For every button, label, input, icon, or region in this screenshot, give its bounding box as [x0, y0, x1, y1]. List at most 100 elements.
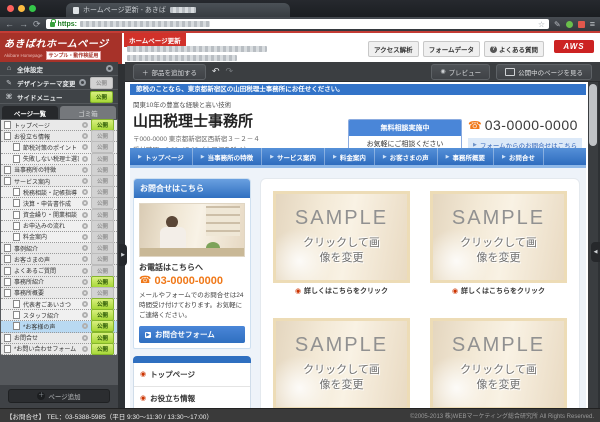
back-icon[interactable]: ← — [5, 19, 14, 29]
publish-badge[interactable]: 公開 — [91, 253, 114, 265]
publish-badge[interactable]: 公開 — [91, 197, 114, 209]
page-row[interactable]: *お問い合わせフォーム公開 — [1, 344, 117, 355]
publish-badge[interactable]: 公開 — [91, 265, 114, 277]
publish-badge[interactable]: 公開 — [90, 91, 113, 103]
publish-badge[interactable]: 公開 — [90, 77, 113, 89]
publish-badge[interactable]: 公開 — [91, 220, 114, 232]
gear-icon[interactable] — [82, 323, 88, 329]
nav-item-voices[interactable]: ▶お客さまの声 — [375, 148, 438, 165]
gear-icon[interactable] — [82, 212, 88, 218]
sidebar-item-side-menu[interactable]: ⌘サイドメニュー公開 — [0, 90, 118, 104]
gear-icon[interactable] — [82, 245, 88, 251]
access-analysis-button[interactable]: アクセス解析 — [368, 41, 419, 57]
publish-badge[interactable]: 公開 — [91, 141, 114, 153]
add-page-button[interactable]: ＋ページ追加 — [8, 389, 110, 403]
gear-icon[interactable] — [82, 223, 88, 229]
contact-box-title[interactable]: お問合せはこちら — [134, 179, 250, 198]
browser-menu-icon[interactable]: ≡ — [590, 19, 595, 29]
browser-tab[interactable]: ホームページ更新 - あきば — [66, 3, 290, 17]
publish-badge[interactable]: 公開 — [91, 153, 114, 165]
gear-icon[interactable] — [79, 79, 86, 86]
publish-badge[interactable]: 公開 — [91, 309, 114, 321]
site-notice-bar[interactable]: 節税のことなら、東京都新宿区の山田税理士事務所にお任せください。 — [130, 84, 586, 95]
sample-image[interactable]: SAMPLE クリックして画像を変更 — [430, 318, 567, 409]
gear-icon[interactable] — [82, 256, 88, 262]
side-menu-item-info[interactable]: ◉お役立ち情報 — [134, 387, 250, 408]
tab-trash[interactable]: ゴミ箱 — [60, 106, 116, 119]
gear-icon[interactable] — [82, 144, 88, 150]
scrollbar-thumb[interactable] — [589, 84, 597, 146]
gear-icon[interactable] — [82, 279, 88, 285]
sidebar-item-design-theme[interactable]: ✎デザインテーマ変更公開 — [0, 76, 118, 90]
gear-icon[interactable] — [82, 234, 88, 240]
publish-badge[interactable]: 公開 — [91, 209, 114, 221]
akibare-logo[interactable]: あきばれホームページ Akibare Homepage サンプル・動作検証用 — [0, 33, 122, 64]
page-row-selected[interactable]: *お客様の声公開 — [1, 321, 117, 332]
orange-extension-icon[interactable] — [578, 21, 585, 28]
add-part-button[interactable]: ＋部品を追加する — [133, 64, 206, 80]
zoom-window-button[interactable] — [29, 5, 36, 12]
sample-image[interactable]: SAMPLE クリックして画像を変更 — [273, 318, 410, 409]
sample-image[interactable]: SAMPLE クリックして画像を変更 — [430, 191, 567, 283]
gear-icon[interactable] — [82, 290, 88, 296]
nav-item-pricing[interactable]: ▶料金案内 — [325, 148, 375, 165]
publish-badge[interactable]: 公開 — [91, 130, 114, 142]
gear-icon[interactable] — [82, 200, 88, 206]
view-published-button[interactable]: 公開中のページを見る — [496, 64, 592, 80]
gear-icon[interactable] — [82, 167, 88, 173]
publish-badge[interactable]: 公開 — [91, 298, 114, 310]
publish-badge[interactable]: 公開 — [91, 320, 114, 332]
bookmark-star-icon[interactable]: ☆ — [538, 20, 545, 29]
gear-icon[interactable] — [82, 312, 88, 318]
sidebar-collapse-handle[interactable]: ▶ — [119, 244, 127, 266]
sample-image[interactable]: SAMPLE クリックして画像を変更 — [273, 191, 410, 283]
address-bar[interactable]: https: ☆ — [46, 19, 549, 29]
publish-badge[interactable]: 公開 — [91, 175, 114, 187]
sample-caption-link[interactable]: ◉詳しくはこちらをクリック — [273, 286, 410, 296]
nav-item-services[interactable]: ▶サービス案内 — [262, 148, 325, 165]
forward-icon[interactable]: → — [19, 19, 28, 29]
office-photo[interactable] — [139, 203, 245, 257]
side-menu-item-top[interactable]: ◉トップページ — [134, 363, 250, 387]
gear-icon[interactable] — [106, 65, 113, 72]
publish-badge[interactable]: 公開 — [91, 242, 114, 254]
panel-collapse-handle[interactable]: ◀ — [591, 242, 600, 262]
nav-item-top[interactable]: ▶トップページ — [130, 148, 193, 165]
faq-button[interactable]: ?よくある質問 — [484, 41, 544, 57]
sidebar-item-global-settings[interactable]: ⌂全体設定 — [0, 62, 118, 76]
form-data-button[interactable]: フォームデータ — [423, 41, 480, 57]
preview-button[interactable]: ◉プレビュー — [431, 64, 490, 80]
minimize-window-button[interactable] — [18, 5, 25, 12]
tab-page-list[interactable]: ページ一覧 — [2, 106, 58, 119]
pencil-extension-icon[interactable]: ✎ — [554, 20, 561, 29]
gear-icon[interactable] — [82, 122, 88, 128]
gear-icon[interactable] — [82, 189, 88, 195]
company-brand-logo[interactable]: AWS — [554, 40, 594, 53]
gear-icon[interactable] — [82, 178, 88, 184]
undo-icon[interactable]: ↶ — [212, 66, 220, 77]
gear-icon[interactable] — [82, 133, 88, 139]
gear-icon[interactable] — [82, 156, 88, 162]
publish-badge[interactable]: 公開 — [91, 287, 114, 299]
publish-badge[interactable]: 公開 — [91, 119, 114, 131]
reload-icon[interactable]: ⟳ — [33, 19, 41, 29]
green-extension-icon[interactable] — [566, 21, 573, 28]
publish-badge[interactable]: 公開 — [91, 332, 114, 344]
publish-badge[interactable]: 公開 — [91, 164, 114, 176]
page-row[interactable]: 決算・申告書作成公開 — [1, 198, 117, 209]
page-row[interactable]: お客さまの声公開 — [1, 254, 117, 265]
gear-icon[interactable] — [82, 268, 88, 274]
gear-icon[interactable] — [82, 346, 88, 352]
site-catchphrase[interactable]: 関東10年の豊富な経験と高い技術 — [133, 99, 586, 109]
nav-item-contact[interactable]: ▶お問合せ — [494, 148, 544, 165]
publish-badge[interactable]: 公開 — [91, 186, 114, 198]
nav-item-features[interactable]: ▶当事務所の特徴 — [193, 148, 262, 165]
publish-badge[interactable]: 公開 — [91, 343, 114, 355]
gear-icon[interactable] — [82, 335, 88, 341]
page-row[interactable]: 節税対策のポイント公開 — [1, 142, 117, 153]
redo-icon[interactable]: ↷ — [226, 66, 234, 77]
gear-icon[interactable] — [82, 301, 88, 307]
publish-badge[interactable]: 公開 — [91, 276, 114, 288]
page-row[interactable]: よくあるご質問公開 — [1, 265, 117, 276]
contact-form-button[interactable]: ▶ お問合せフォーム — [139, 326, 245, 343]
